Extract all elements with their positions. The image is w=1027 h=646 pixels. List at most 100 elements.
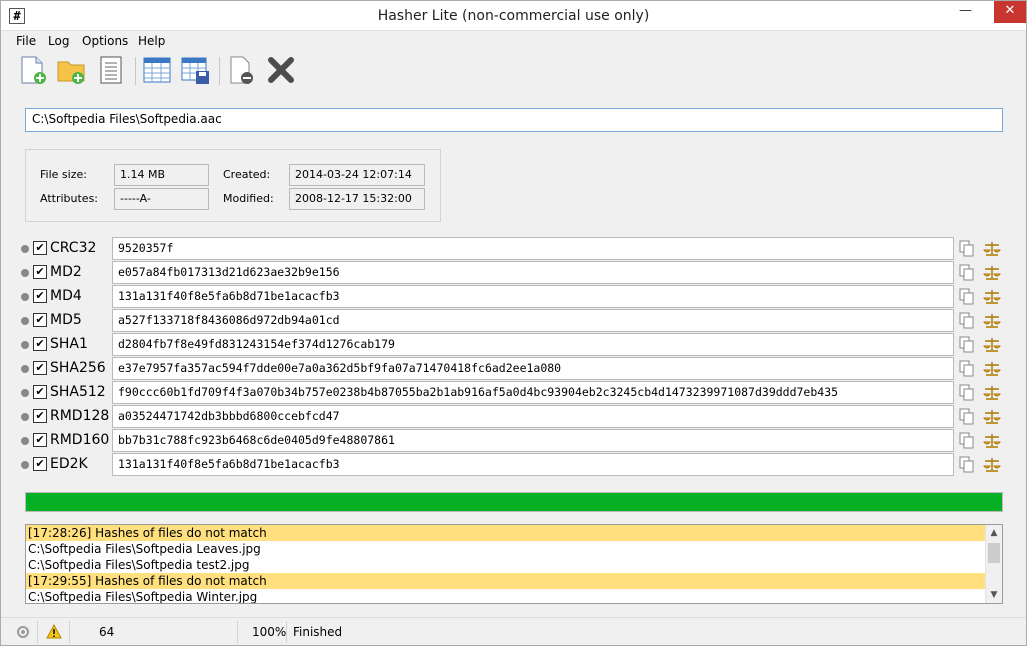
hash-checkbox[interactable]: ✔	[33, 313, 47, 327]
document-icon[interactable]	[95, 54, 127, 86]
scroll-down-icon[interactable]: ▼	[986, 587, 1002, 603]
main-window: # Hasher Lite (non-commercial use only) …	[0, 0, 1027, 646]
hash-value-field[interactable]: a527f133718f8436086d972db94a01cd	[112, 309, 954, 332]
status-separator	[37, 621, 38, 643]
hash-value-field[interactable]: 131a131f40f8e5fa6b8d71be1acacfb3	[112, 453, 954, 476]
status-count: 64	[99, 625, 115, 639]
copy-icon[interactable]	[959, 240, 975, 257]
hash-algorithm-label: SHA512	[50, 384, 106, 400]
hash-row: ✔ RMD128 a03524471742db3bbbd6800ccebfcd47	[19, 405, 1009, 429]
menu-options[interactable]: Options	[82, 34, 128, 48]
hash-value-field[interactable]: e057a84fb017313d21d623ae32b9e156	[112, 261, 954, 284]
file-size-label: File size:	[40, 168, 87, 181]
hash-checkbox[interactable]: ✔	[33, 265, 47, 279]
add-file-icon[interactable]	[17, 54, 49, 86]
status-dot-icon	[21, 293, 29, 301]
copy-icon[interactable]	[959, 288, 975, 305]
copy-icon[interactable]	[959, 384, 975, 401]
close-button[interactable]: ✕	[994, 1, 1026, 23]
status-dot-icon	[21, 461, 29, 469]
created-value: 2014-03-24 12:07:14	[289, 164, 425, 186]
log-scrollbar[interactable]: ▲ ▼	[985, 525, 1002, 603]
compare-icon[interactable]	[982, 432, 1002, 449]
log-line[interactable]: [17:29:55] Hashes of files do not match	[26, 573, 986, 589]
menu-file[interactable]: File	[16, 34, 36, 48]
copy-icon[interactable]	[959, 408, 975, 425]
compare-icon[interactable]	[982, 240, 1002, 257]
copy-icon[interactable]	[959, 432, 975, 449]
status-separator	[237, 621, 238, 643]
hash-checkbox[interactable]: ✔	[33, 409, 47, 423]
hash-row: ✔ ED2K 131a131f40f8e5fa6b8d71be1acacfb3	[19, 453, 1009, 477]
add-folder-icon[interactable]	[55, 54, 87, 86]
file-path-input[interactable]: C:\Softpedia Files\Softpedia.aac	[25, 108, 1003, 132]
modified-label: Modified:	[223, 192, 274, 205]
hash-algorithm-label: RMD160	[50, 432, 110, 448]
status-dot-icon	[21, 317, 29, 325]
hash-row: ✔ SHA1 d2804fb7f8e49fd831243154ef374d1276c…	[19, 333, 1009, 357]
hash-checkbox[interactable]: ✔	[33, 385, 47, 399]
menu-bar: File Log Options Help	[1, 32, 1026, 52]
hash-row: ✔ SHA512 f90ccc60b1fd709f4f3a070b34b757e02…	[19, 381, 1009, 405]
settings-icon[interactable]	[15, 622, 33, 642]
compare-icon[interactable]	[982, 312, 1002, 329]
status-dot-icon	[21, 365, 29, 373]
hash-value-field[interactable]: 9520357f	[112, 237, 954, 260]
minimize-button[interactable]: —	[952, 1, 979, 23]
save-table-icon[interactable]	[179, 54, 211, 86]
compare-icon[interactable]	[982, 336, 1002, 353]
hash-checkbox[interactable]: ✔	[33, 433, 47, 447]
copy-icon[interactable]	[959, 336, 975, 353]
log-line[interactable]: C:\Softpedia Files\Softpedia test2.jpg	[26, 557, 986, 573]
hash-algorithm-label: SHA256	[50, 360, 106, 376]
table-icon[interactable]	[141, 54, 173, 86]
scroll-up-icon[interactable]: ▲	[986, 525, 1002, 541]
compare-icon[interactable]	[982, 264, 1002, 281]
log-list[interactable]: [17:28:26] Hashes of files do not match C…	[25, 524, 1003, 604]
status-dot-icon	[21, 413, 29, 421]
log-line[interactable]: C:\Softpedia Files\Softpedia Leaves.jpg	[26, 541, 986, 557]
scroll-thumb[interactable]	[988, 543, 1000, 563]
title-bar: # Hasher Lite (non-commercial use only) …	[1, 1, 1026, 31]
menu-help[interactable]: Help	[138, 34, 165, 48]
file-info-panel: File size: 1.14 MB Attributes: -----A- C…	[25, 149, 441, 222]
warning-icon[interactable]	[45, 622, 63, 642]
compare-icon[interactable]	[982, 456, 1002, 473]
menu-log[interactable]: Log	[48, 34, 69, 48]
compare-icon[interactable]	[982, 408, 1002, 425]
status-text: Finished	[293, 625, 343, 639]
compare-icon[interactable]	[982, 360, 1002, 377]
copy-icon[interactable]	[959, 312, 975, 329]
hash-checkbox[interactable]: ✔	[33, 457, 47, 471]
compare-icon[interactable]	[982, 288, 1002, 305]
progress-fill	[26, 493, 1002, 511]
log-line[interactable]: C:\Softpedia Files\Softpedia Winter.jpg	[26, 589, 986, 603]
hash-value-field[interactable]: bb7b31c788fc923b6468c6de0405d9fe48807861	[112, 429, 954, 452]
hash-value-field[interactable]: d2804fb7f8e49fd831243154ef374d1276cab179	[112, 333, 954, 356]
status-separator	[286, 621, 287, 643]
copy-icon[interactable]	[959, 360, 975, 377]
log-lines: [17:28:26] Hashes of files do not match C…	[26, 525, 1002, 603]
hash-algorithm-label: CRC32	[50, 240, 97, 256]
hash-value-field[interactable]: 131a131f40f8e5fa6b8d71be1acacfb3	[112, 285, 954, 308]
hash-checkbox[interactable]: ✔	[33, 337, 47, 351]
attributes-label: Attributes:	[40, 192, 99, 205]
file-size-value: 1.14 MB	[114, 164, 209, 186]
hash-checkbox[interactable]: ✔	[33, 361, 47, 375]
status-dot-icon	[21, 245, 29, 253]
status-percent: 100%	[252, 625, 287, 639]
hash-checkbox[interactable]: ✔	[33, 241, 47, 255]
copy-icon[interactable]	[959, 264, 975, 281]
hash-value-field[interactable]: f90ccc60b1fd709f4f3a070b34b757e0238b4b87…	[112, 381, 954, 404]
hash-value-field[interactable]: a03524471742db3bbbd6800ccebfcd47	[112, 405, 954, 428]
remove-file-icon[interactable]	[225, 54, 257, 86]
hash-row: ✔ CRC32 9520357f	[19, 237, 1009, 261]
copy-icon[interactable]	[959, 456, 975, 473]
hash-row: ✔ RMD160 bb7b31c788fc923b6468c6de0405d9fe4…	[19, 429, 1009, 453]
clear-icon[interactable]	[265, 54, 297, 86]
hash-value-field[interactable]: e37e7957fa357ac594f7dde00e7a0a362d5bf9fa…	[112, 357, 954, 380]
hash-checkbox[interactable]: ✔	[33, 289, 47, 303]
compare-icon[interactable]	[982, 384, 1002, 401]
hash-row: ✔ MD5 a527f133718f8436086d972db94a01cd	[19, 309, 1009, 333]
log-line[interactable]: [17:28:26] Hashes of files do not match	[26, 525, 986, 541]
